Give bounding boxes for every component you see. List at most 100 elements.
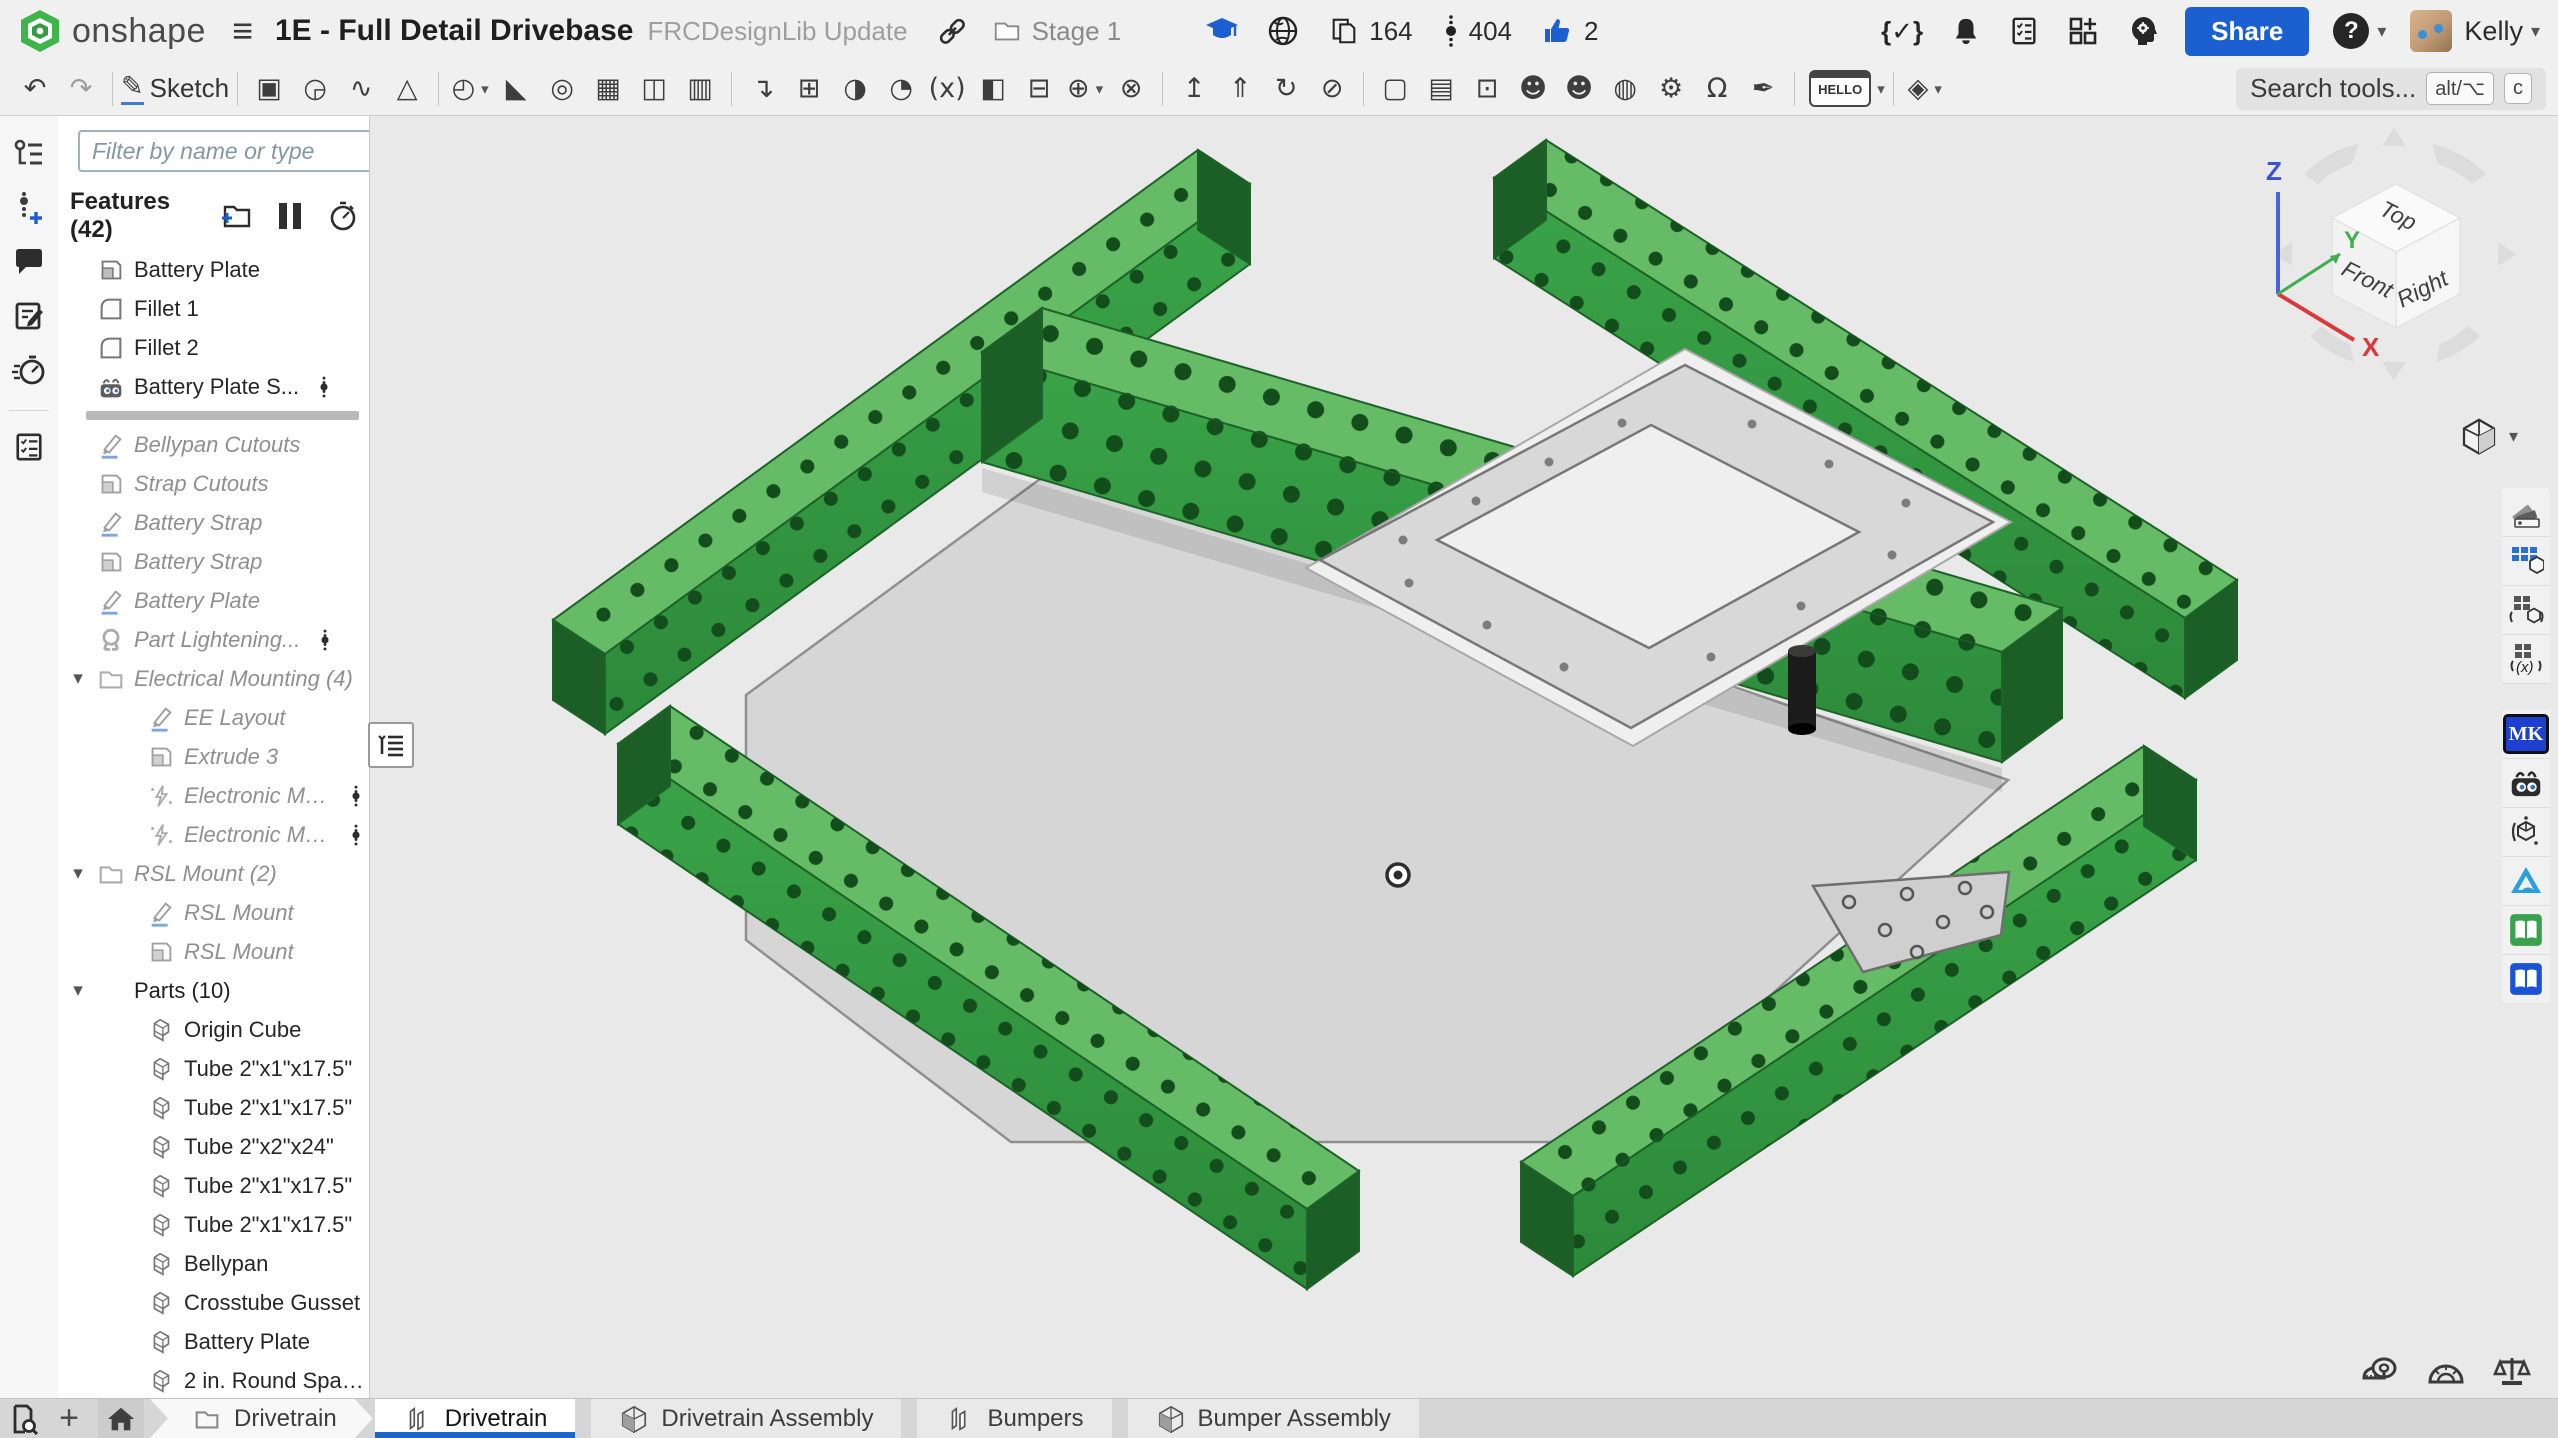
- suspend-rebuild-button[interactable]: [279, 203, 301, 229]
- part-item[interactable]: Tube 2"x1"x17.5": [58, 1049, 369, 1088]
- history-button[interactable]: [7, 348, 51, 392]
- custom-table-button[interactable]: [2502, 586, 2550, 635]
- toolbar-gear-feature[interactable]: ⚙: [1648, 67, 1694, 111]
- view-options-button[interactable]: ▾: [2459, 416, 2518, 456]
- toolbar-name-tag[interactable]: HELLO▾: [1803, 67, 1885, 111]
- toolbar-marker-pen[interactable]: ✒: [1740, 67, 1786, 111]
- toolbar-mirror[interactable]: ◫: [631, 67, 677, 111]
- help-menu[interactable]: ? ▾: [2333, 13, 2386, 49]
- part-item[interactable]: ▾Parts (10): [58, 971, 369, 1010]
- tab-bumpers[interactable]: Bumpers: [917, 1399, 1111, 1438]
- copies-stat[interactable]: 164: [1329, 15, 1412, 47]
- toolbar-buddy-feature[interactable]: ◍: [1602, 67, 1648, 111]
- blue-book-app-button[interactable]: [2502, 955, 2550, 1003]
- likes-stat[interactable]: 2: [1542, 15, 1598, 47]
- checklist-panel-button[interactable]: [7, 425, 51, 469]
- rollback-bar[interactable]: [86, 411, 359, 420]
- part-table-button[interactable]: [2502, 537, 2550, 586]
- toolbar-primitives[interactable]: ⊞: [786, 67, 832, 111]
- 3d-viewport[interactable]: Top Front Right Z X Y ▾: [371, 116, 2558, 1398]
- feature-item[interactable]: Battery Strap: [58, 542, 369, 581]
- feature-item[interactable]: Fillet 1: [58, 289, 369, 328]
- document-menu-icon[interactable]: ≡: [232, 13, 253, 49]
- toolbar-belt-feature[interactable]: Ω: [1694, 67, 1740, 111]
- feature-item[interactable]: Electronic Mou...: [58, 815, 369, 854]
- toolbar-offset-surface[interactable]: ⇑: [1217, 67, 1263, 111]
- green-book-app-button[interactable]: [2502, 906, 2550, 955]
- feature-item[interactable]: Battery Plate: [58, 581, 369, 620]
- comments-button[interactable]: [7, 240, 51, 284]
- search-tools[interactable]: Search tools... alt/⌥ c: [2236, 68, 2546, 110]
- mass-properties-button[interactable]: [2492, 1354, 2532, 1388]
- learning-center-button[interactable]: [1205, 16, 1239, 46]
- feature-item[interactable]: Battery Plate: [58, 250, 369, 289]
- toolbar-divider[interactable]: [731, 72, 732, 106]
- toolbar-modify-fillet[interactable]: ↻: [1263, 67, 1309, 111]
- round-spacer-part[interactable]: [1788, 645, 1816, 735]
- toolbar-fillet[interactable]: ◴▾: [447, 67, 493, 111]
- feature-item[interactable]: Fillet 2: [58, 328, 369, 367]
- toolbar-linear-pattern[interactable]: ▦: [585, 67, 631, 111]
- toolbar-boolean[interactable]: ◑: [832, 67, 878, 111]
- protractor-button[interactable]: [2426, 1354, 2466, 1388]
- public-document-button[interactable]: [1267, 15, 1299, 47]
- feature-item[interactable]: Battery Plate S...: [58, 367, 369, 406]
- part-item[interactable]: Battery Plate: [58, 1322, 369, 1361]
- mk-app-button[interactable]: MK: [2502, 710, 2550, 759]
- create-version-button[interactable]: [7, 186, 51, 230]
- toolbar-divider[interactable]: [1162, 72, 1163, 106]
- toolbar-tube-generator[interactable]: ▤: [1418, 67, 1464, 111]
- feature-item[interactable]: Extrude 3: [58, 737, 369, 776]
- copy-link-button[interactable]: [936, 15, 968, 47]
- toolbar-divider[interactable]: [1363, 72, 1364, 106]
- toolbar-delete-part[interactable]: ⊗: [1108, 67, 1154, 111]
- toolbar-box-primitive[interactable]: ▢: [1372, 67, 1418, 111]
- tape-measure-button[interactable]: [2360, 1354, 2400, 1388]
- toolbar-hollow-cube[interactable]: ⊡: [1464, 67, 1510, 111]
- toolbar-variable[interactable]: (x): [924, 67, 970, 111]
- toolbar-divider[interactable]: [112, 72, 113, 106]
- feature-item[interactable]: ▾RSL Mount (2): [58, 854, 369, 893]
- toolbar-move-face[interactable]: ↥: [1171, 67, 1217, 111]
- feature-item[interactable]: RSL Mount: [58, 893, 369, 932]
- apps-button[interactable]: [2067, 15, 2099, 47]
- toolbar-loft[interactable]: △: [384, 67, 430, 111]
- toolbar-divider[interactable]: [237, 72, 238, 106]
- feature-item[interactable]: Strap Cutouts: [58, 464, 369, 503]
- model-tree-button[interactable]: [7, 132, 51, 176]
- toolbar-divider[interactable]: [1794, 72, 1795, 106]
- toolbar-hole[interactable]: ◎: [539, 67, 585, 111]
- feature-item[interactable]: ▾Electrical Mounting (4): [58, 659, 369, 698]
- filter-input[interactable]: [78, 130, 370, 172]
- ai-advisor-button[interactable]: [2127, 15, 2159, 47]
- share-button[interactable]: Share: [2185, 7, 2309, 56]
- featurescript-button[interactable]: {✓}: [1881, 16, 1923, 47]
- part-item[interactable]: Crosstube Gusset: [58, 1283, 369, 1322]
- toolbar-transform[interactable]: ⊕▾: [1062, 67, 1108, 111]
- toolbar-robot-feature-1[interactable]: ☻: [1510, 67, 1556, 111]
- toolbar-divider[interactable]: [1893, 72, 1894, 106]
- toolbar-sweep[interactable]: ∿: [338, 67, 384, 111]
- tab-drivetrain-assembly[interactable]: Drivetrain Assembly: [591, 1399, 901, 1438]
- add-tab-button[interactable]: +: [46, 1399, 92, 1438]
- tab-drivetrain[interactable]: Drivetrain: [375, 1399, 576, 1438]
- workspace-selector[interactable]: Stage 1: [992, 16, 1122, 47]
- part-item[interactable]: Tube 2"x1"x17.5": [58, 1088, 369, 1127]
- home-tab-button[interactable]: [98, 1399, 144, 1438]
- part-item[interactable]: 2 in. Round Spacer: [58, 1361, 369, 1398]
- notifications-button[interactable]: [1951, 15, 1981, 47]
- manage-tabs-button[interactable]: [0, 1399, 46, 1438]
- user-menu[interactable]: Kelly ▾: [2464, 16, 2540, 47]
- toolbar-chamfer[interactable]: ◣: [493, 67, 539, 111]
- new-folder-button[interactable]: [219, 201, 253, 231]
- onshape-logo[interactable]: onshape: [18, 8, 206, 54]
- part-item[interactable]: Origin Cube: [58, 1010, 369, 1049]
- feature-item[interactable]: Battery Strap: [58, 503, 369, 542]
- feature-cube-app-button[interactable]: [2502, 808, 2550, 857]
- feature-item[interactable]: Bellypan Cutouts: [58, 425, 369, 464]
- toolbar-derived[interactable]: ↴: [740, 67, 786, 111]
- toolbar-divider[interactable]: [438, 72, 439, 106]
- rollback-handle[interactable]: [368, 722, 414, 768]
- tab-bumper-assembly[interactable]: Bumper Assembly: [1128, 1399, 1419, 1438]
- toolbar-revolve[interactable]: ◶: [292, 67, 338, 111]
